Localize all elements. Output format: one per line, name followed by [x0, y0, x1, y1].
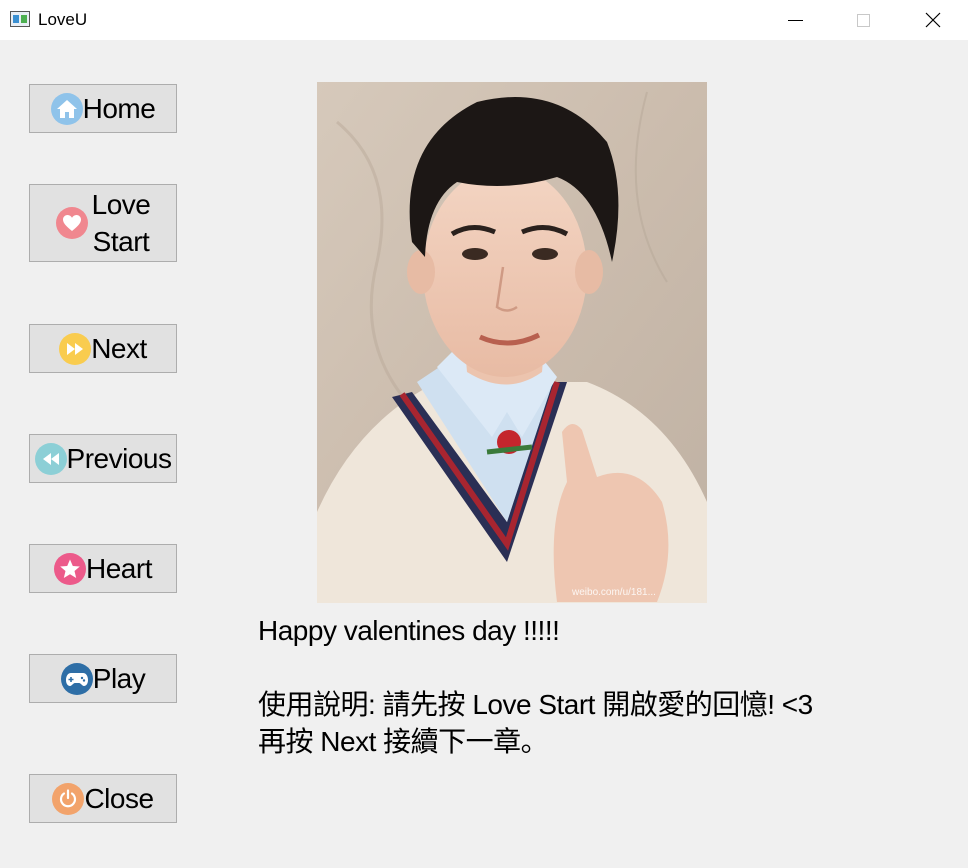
previous-button[interactable]: Previous: [29, 434, 177, 483]
message-text: Happy valentines day !!!!! 使用說明: 請先按 Lov…: [258, 612, 918, 760]
close-window-button[interactable]: [898, 0, 968, 40]
close-label: Close: [84, 783, 154, 814]
title-bar: LoveU: [0, 0, 968, 40]
next-label: Next: [91, 333, 147, 364]
home-label: Home: [82, 93, 156, 124]
instruction-line-1: 使用說明: 請先按 Love Start 開啟愛的回憶! <3: [258, 689, 813, 720]
fast-forward-icon: [59, 332, 92, 365]
minimize-button[interactable]: [760, 0, 830, 40]
play-label: Play: [92, 663, 146, 694]
love-start-label: Love Start: [91, 189, 151, 257]
greeting-text: Happy valentines day !!!!!: [258, 615, 560, 646]
maximize-icon: [856, 13, 870, 27]
minimize-icon: [787, 19, 803, 21]
portrait-photo: weibo.com/u/181...: [317, 82, 707, 603]
house-icon: [50, 92, 83, 125]
power-icon: [52, 782, 85, 815]
instruction-line-2: 再按 Next 接續下一章。: [258, 726, 549, 757]
star-icon: [54, 552, 87, 585]
next-button[interactable]: Next: [29, 324, 177, 373]
maximize-button[interactable]: [828, 0, 898, 40]
rewind-icon: [34, 442, 67, 475]
heart-button[interactable]: Heart: [29, 544, 177, 593]
previous-label: Previous: [66, 443, 172, 474]
home-button[interactable]: Home: [29, 84, 177, 133]
play-button[interactable]: Play: [29, 654, 177, 703]
window-title: LoveU: [38, 10, 88, 29]
app-window-icon: [10, 11, 30, 27]
photo-watermark: weibo.com/u/181...: [571, 587, 656, 598]
gamepad-icon: [60, 662, 93, 695]
love-start-button[interactable]: Love Start: [29, 184, 177, 262]
close-button[interactable]: Close: [29, 774, 177, 823]
heart-circle-icon: [55, 207, 88, 239]
heart-label: Heart: [86, 553, 152, 584]
close-icon: [925, 12, 941, 28]
